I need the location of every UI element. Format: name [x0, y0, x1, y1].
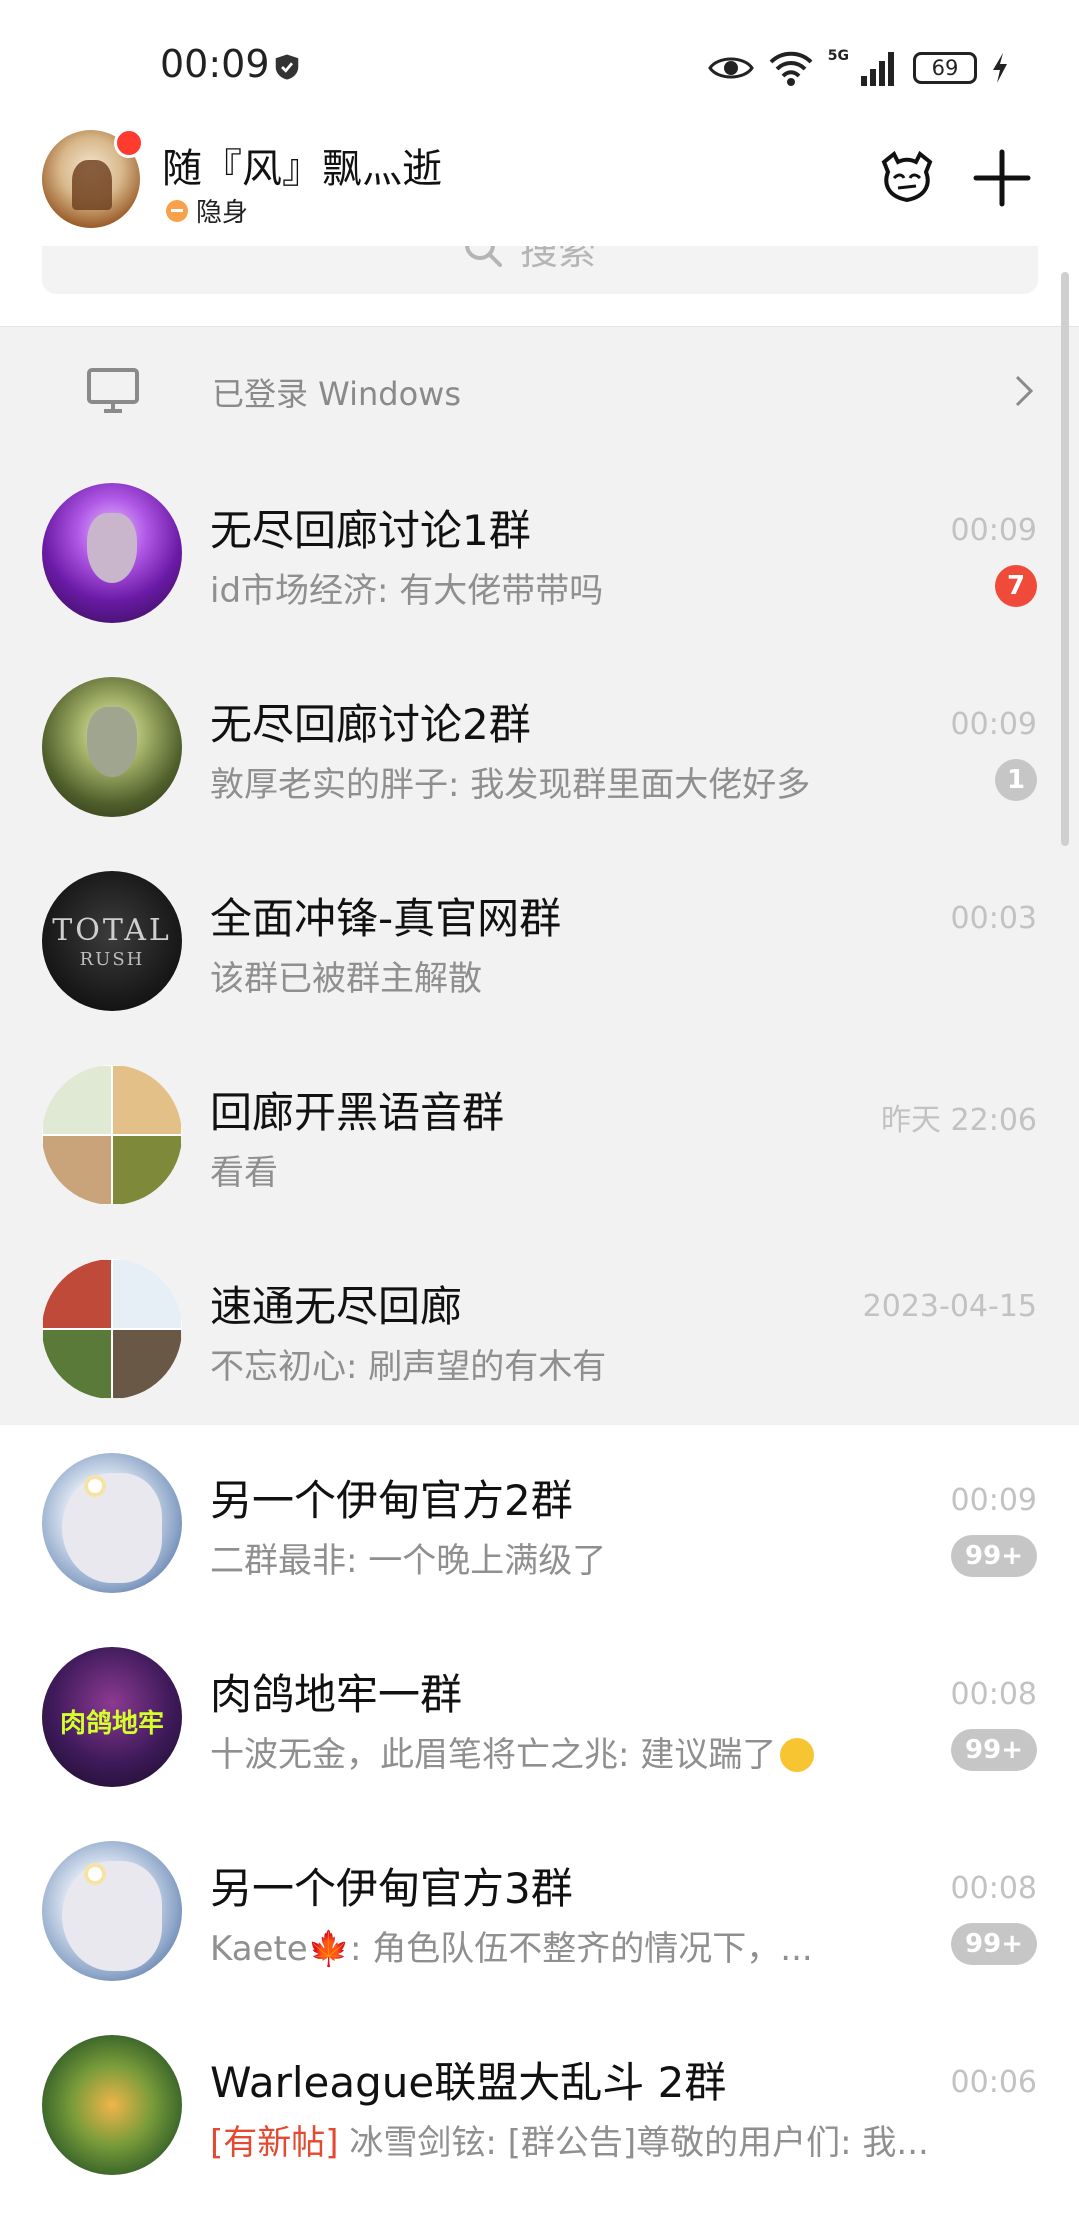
- search-placeholder: 搜索: [520, 246, 597, 273]
- network-type: 5G: [827, 48, 849, 64]
- chat-name: 全面冲锋-真官网群: [210, 894, 562, 943]
- avatar-tile: [112, 1329, 182, 1399]
- windows-login-text: 已登录 Windows: [212, 375, 462, 413]
- battery-level: 69: [931, 56, 959, 80]
- chat-name: 另一个伊甸官方2群: [210, 1476, 573, 1525]
- avatar-tile: [42, 1329, 112, 1399]
- charging-icon: [993, 53, 1007, 83]
- group-avatar: [42, 1841, 182, 1981]
- avatar-tile: [112, 1065, 182, 1135]
- chat-name: 无尽回廊讨论1群: [210, 506, 531, 555]
- avatar-logo-text: 肉鸽地牢: [59, 1709, 164, 1739]
- chat-preview: 不忘初心: 刷声望的有木有: [210, 1347, 607, 1387]
- avatar-figure: [72, 160, 112, 210]
- chat-row[interactable]: 速通无尽回廊 不忘初心: 刷声望的有木有 2023-04-15: [0, 1231, 1079, 1425]
- avatar-flower: [84, 1475, 106, 1497]
- chat-time: 00:06: [950, 2065, 1037, 2100]
- battery-icon: 69: [913, 52, 977, 84]
- group-avatar: [42, 1259, 182, 1399]
- mascot-face-icon[interactable]: [876, 148, 938, 210]
- chat-row[interactable]: 另一个伊甸官方3群 Kaete🍁: 角色队伍不整齐的情况下，... 00:08 …: [0, 1813, 1079, 2007]
- chat-name: 无尽回廊讨论2群: [210, 700, 531, 749]
- chat-time: 2023-04-15: [862, 1289, 1037, 1324]
- avatar-hair: [62, 1861, 162, 1971]
- group-avatar: [42, 483, 182, 623]
- chat-preview-text: 十波无金，此眉笔将亡之兆: 建议踹了: [210, 1735, 777, 1775]
- chat-row[interactable]: 无尽回廊讨论1群 id市场经济: 有大佬带带吗 00:09 7: [0, 455, 1079, 649]
- new-post-tag: [有新帖]: [210, 2123, 339, 2163]
- chat-row[interactable]: 另一个伊甸官方2群 二群最非: 一个晚上满级了 00:09 99+: [0, 1425, 1079, 1619]
- chat-name: 另一个伊甸官方3群: [210, 1864, 573, 1913]
- avatar-tile: [42, 1135, 112, 1205]
- chat-row[interactable]: 无尽回廊讨论2群 敦厚老实的胖子: 我发现群里面大佬好多 00:09 1: [0, 649, 1079, 843]
- scrollbar[interactable]: [1061, 272, 1069, 846]
- chat-time: 00:09: [950, 513, 1037, 548]
- avatar-face: [87, 707, 137, 777]
- chat-time: 00:08: [950, 1871, 1037, 1906]
- chat-preview-text: 冰雪剑铉: [群公告]尊敬的用户们: 我...: [349, 2123, 929, 2163]
- windows-login-banner[interactable]: 已登录 Windows: [0, 326, 1079, 456]
- avatar-tile: [112, 1259, 182, 1329]
- signal-icon: [861, 52, 894, 86]
- avatar-tile: [112, 1135, 182, 1205]
- group-avatar: [42, 2035, 182, 2175]
- unread-badge: 99+: [951, 1923, 1037, 1965]
- avatar-hair: [62, 1473, 162, 1583]
- avatar-tile: [42, 1259, 112, 1329]
- chat-name: Warleague联盟大乱斗 2群: [210, 2058, 727, 2107]
- chat-preview: Kaete🍁: 角色队伍不整齐的情况下，...: [210, 1929, 813, 1969]
- avatar-face: [87, 513, 137, 583]
- app-header: 随『风』飘灬逝 隐身: [0, 128, 1079, 246]
- chat-list: 无尽回廊讨论1群 id市场经济: 有大佬带带吗 00:09 7 无尽回廊讨论2群…: [0, 455, 1079, 2201]
- avatar-logo-subtext: RUSH: [79, 949, 145, 970]
- chat-name: 速通无尽回廊: [210, 1282, 463, 1331]
- chat-preview: 该群已被群主解散: [210, 959, 482, 999]
- chat-row[interactable]: 回廊开黑语音群 看看 昨天 22:06: [0, 1037, 1079, 1231]
- chat-time: 昨天 22:06: [881, 1103, 1037, 1138]
- chat-preview: id市场经济: 有大佬带带吗: [210, 571, 604, 611]
- unread-badge: 99+: [951, 1729, 1037, 1771]
- chat-name: 回廊开黑语音群: [210, 1088, 505, 1137]
- chat-preview: [有新帖] 冰雪剑铉: [群公告]尊敬的用户们: 我...: [210, 2115, 929, 2164]
- chat-preview: 敦厚老实的胖子: 我发现群里面大佬好多: [210, 765, 811, 805]
- shield-icon: [275, 54, 299, 80]
- search-bar[interactable]: 搜索: [42, 246, 1038, 294]
- chat-row[interactable]: 肉鸽地牢 肉鸽地牢一群 十波无金，此眉笔将亡之兆: 建议踹了 00:08 99+: [0, 1619, 1079, 1813]
- plus-icon[interactable]: [970, 146, 1034, 210]
- avatar-tile: [42, 1065, 112, 1135]
- status-bar: 00:09 5G 69: [0, 0, 1079, 128]
- notification-dot: [114, 128, 144, 158]
- chat-name: 肉鸽地牢一群: [210, 1670, 463, 1719]
- smile-emoji-icon: [780, 1737, 815, 1772]
- group-avatar: [42, 1065, 182, 1205]
- group-avatar: [42, 677, 182, 817]
- chat-preview: 十波无金，此眉笔将亡之兆: 建议踹了: [210, 1727, 815, 1776]
- chat-row[interactable]: Warleague联盟大乱斗 2群 [有新帖] 冰雪剑铉: [群公告]尊敬的用户…: [0, 2007, 1079, 2201]
- group-avatar: 肉鸽地牢: [42, 1647, 182, 1787]
- group-avatar: [42, 1453, 182, 1593]
- search-icon: [465, 246, 502, 267]
- chat-preview: 看看: [210, 1153, 278, 1193]
- unread-badge: 1: [995, 759, 1037, 801]
- chat-time: 00:08: [950, 1677, 1037, 1712]
- group-avatar: TOTAL RUSH: [42, 871, 182, 1011]
- avatar-flower: [84, 1863, 106, 1885]
- chat-time: 00:09: [950, 1483, 1037, 1518]
- unread-badge: 7: [995, 565, 1037, 607]
- chat-time: 00:09: [950, 707, 1037, 742]
- avatar-logo-text: TOTAL: [52, 913, 172, 948]
- chevron-right-icon: [1015, 375, 1034, 407]
- chat-row[interactable]: TOTAL RUSH 全面冲锋-真官网群 该群已被群主解散 00:03: [0, 843, 1079, 1037]
- eye-icon: [707, 57, 754, 79]
- my-nickname[interactable]: 随『风』飘灬逝: [162, 136, 442, 194]
- unread-badge: 99+: [951, 1535, 1037, 1577]
- chat-preview: 二群最非: 一个晚上满级了: [210, 1541, 607, 1581]
- wifi-icon: [769, 51, 813, 86]
- monitor-icon: [87, 368, 139, 413]
- online-status[interactable]: 隐身: [166, 192, 248, 229]
- status-label: 隐身: [196, 198, 249, 228]
- invisible-status-icon: [166, 199, 188, 222]
- status-time: 00:09: [160, 42, 270, 86]
- chat-time: 00:03: [950, 901, 1037, 936]
